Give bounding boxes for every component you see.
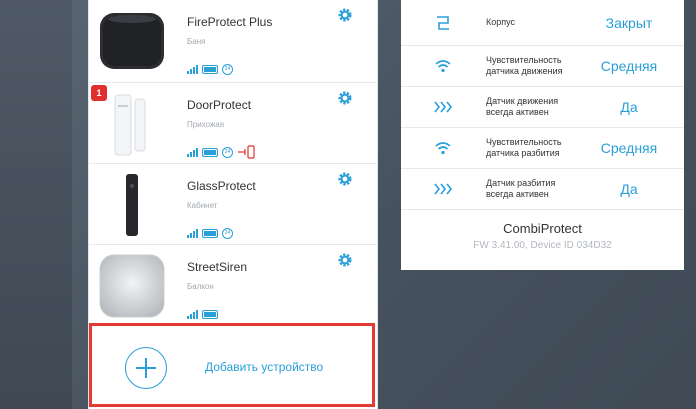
device-name: GlassProtect	[187, 179, 256, 193]
chevrons-icon	[431, 87, 455, 127]
setting-row-lid: Корпус Закрыт	[401, 0, 684, 46]
device-item-doorprotect[interactable]: 1 DoorProtect Прихожая 24	[89, 83, 377, 164]
wireless-icon	[431, 46, 455, 86]
battery-icon	[202, 64, 218, 74]
background-left	[0, 0, 72, 409]
device-status-icons: 24	[187, 145, 257, 159]
device-name: DoorProtect	[187, 98, 252, 112]
streetsiren-image	[97, 253, 167, 319]
door-open-icon	[238, 145, 255, 159]
doorprotect-image	[97, 91, 167, 157]
setting-value[interactable]: Средняя	[574, 46, 684, 86]
device-room: Баня	[187, 37, 206, 46]
battery-icon	[202, 309, 218, 319]
device-list: FireProtect Plus Баня 24 1 DoorProtect П…	[88, 0, 378, 409]
signal-icon	[187, 147, 198, 157]
device-settings-panel: Корпус Закрыт Чувствительность датчика д…	[401, 0, 684, 270]
device-room: Балкон	[187, 282, 214, 291]
device-item-glassprotect[interactable]: GlassProtect Кабинет 24	[89, 164, 377, 245]
device-status-icons	[187, 307, 218, 321]
device-status-icons: 24	[187, 62, 233, 76]
device-item-fireprotect[interactable]: FireProtect Plus Баня 24	[89, 0, 377, 83]
always-active-icon: 24	[222, 227, 233, 239]
chevrons-icon	[431, 169, 455, 209]
device-name: FireProtect Plus	[187, 15, 273, 29]
device-room: Прихожая	[187, 120, 225, 129]
device-name: StreetSiren	[187, 260, 248, 274]
gear-icon[interactable]	[337, 7, 353, 23]
wireless-icon	[431, 128, 455, 168]
always-active-icon: 24	[222, 63, 233, 75]
add-device-button[interactable]: Добавить устройство	[89, 323, 375, 407]
add-device-label: Добавить устройство	[205, 360, 324, 374]
setting-label: Датчик движения всегда активен	[486, 96, 559, 117]
plus-icon	[125, 347, 167, 389]
glassprotect-image	[97, 172, 167, 238]
battery-icon	[202, 228, 218, 238]
setting-row-glass-sensitivity: Чувствительность датчика разбития Средня…	[401, 128, 684, 169]
always-active-icon: 24	[222, 146, 233, 158]
setting-row-glass-always-active: Датчик разбития всегда активен Да	[401, 169, 684, 210]
gear-icon[interactable]	[337, 90, 353, 106]
setting-row-motion-sensitivity: Чувствительность датчика движения Средня…	[401, 46, 684, 87]
setting-label: Корпус	[486, 17, 516, 27]
device-room: Кабинет	[187, 201, 218, 210]
signal-icon	[187, 64, 198, 74]
setting-value[interactable]: Закрыт	[574, 0, 684, 45]
gear-icon[interactable]	[337, 171, 353, 187]
setting-label: Датчик разбития всегда активен	[486, 178, 556, 199]
setting-row-motion-always-active: Датчик движения всегда активен Да	[401, 87, 684, 128]
device-status-icons: 24	[187, 226, 233, 240]
fireprotect-image	[97, 8, 167, 74]
gear-icon[interactable]	[337, 252, 353, 268]
setting-value[interactable]: Средняя	[574, 128, 684, 168]
signal-icon	[187, 228, 198, 238]
battery-icon	[202, 147, 218, 157]
setting-label: Чувствительность датчика движения	[486, 55, 563, 76]
setting-value[interactable]: Да	[574, 87, 684, 127]
lid-icon	[431, 0, 455, 45]
device-firmware-info: FW 3.41.00, Device ID 034D32	[473, 240, 612, 251]
device-model-name: CombiProtect	[503, 221, 582, 236]
device-item-streetsiren[interactable]: StreetSiren Балкон	[89, 245, 377, 326]
setting-value[interactable]: Да	[574, 169, 684, 209]
setting-label: Чувствительность датчика разбития	[486, 137, 562, 158]
signal-icon	[187, 309, 198, 319]
